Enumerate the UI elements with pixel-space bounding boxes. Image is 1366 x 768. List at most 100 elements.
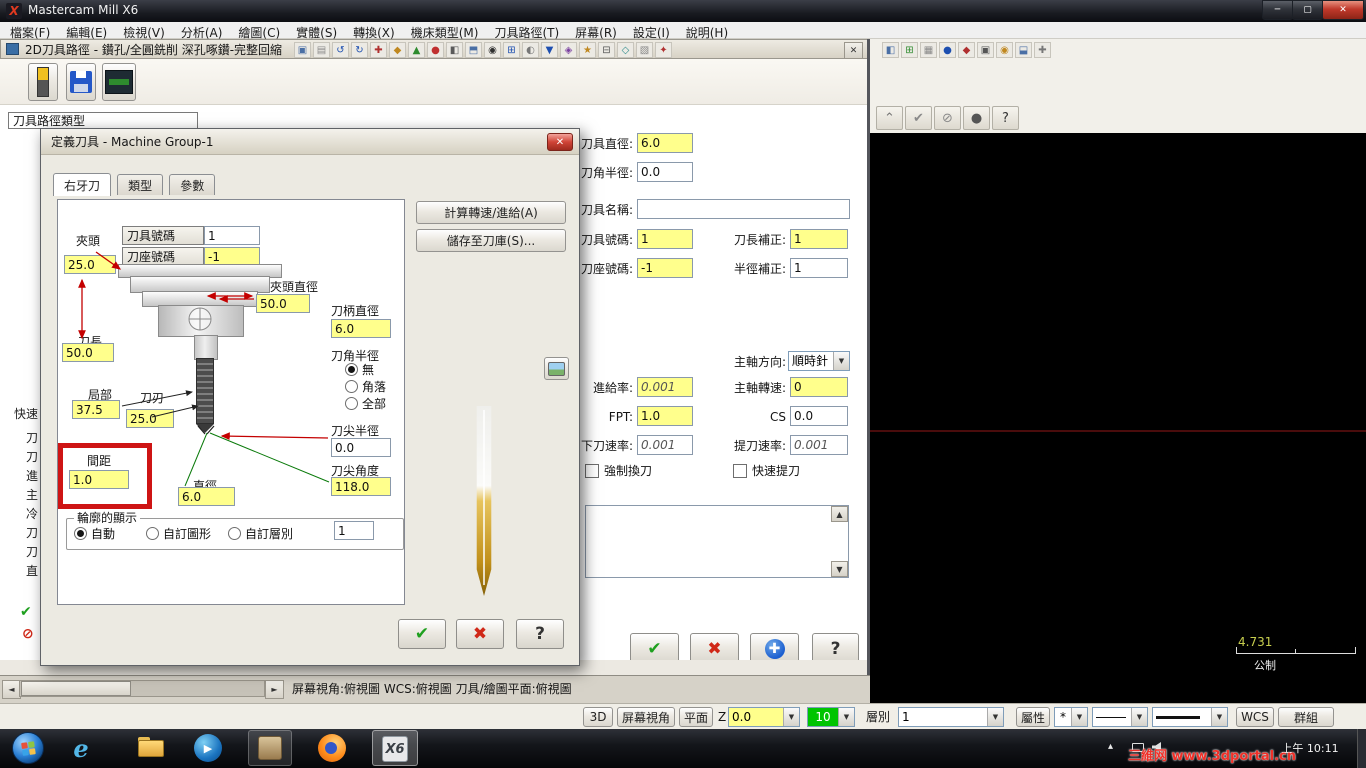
corner-rad-field[interactable]: 0.0 <box>637 162 693 182</box>
dialog-2d-close-button[interactable]: ✕ <box>844 42 863 59</box>
tool-no-field[interactable]: 1 <box>637 229 693 249</box>
toolbar-icon[interactable]: ⊞ <box>503 42 520 58</box>
len-off-field[interactable]: 1 <box>790 229 848 249</box>
spindle-field[interactable]: 0 <box>790 377 848 397</box>
toolbar-icon[interactable]: ▤ <box>313 42 330 58</box>
minimize-button[interactable]: ─ <box>1262 0 1293 20</box>
tab-parameters[interactable]: 參數 <box>169 174 216 195</box>
maximize-button[interactable]: ▢ <box>1292 0 1323 20</box>
attributes-button[interactable]: 屬性 <box>1016 707 1050 727</box>
comment-box[interactable]: ▲ ▼ <box>585 505 849 578</box>
toolbar-icon[interactable]: ◈ <box>560 42 577 58</box>
tab-type[interactable]: 類型 <box>117 174 164 195</box>
show-desktop-button[interactable] <box>1357 729 1366 768</box>
z-depth-combo[interactable]: 0.0 ▼ <box>728 707 800 727</box>
toolbar-icon[interactable]: ◉ <box>996 42 1013 58</box>
toolbar-icon[interactable]: ↻ <box>351 42 368 58</box>
color-combo[interactable]: 10 ▼ <box>807 707 855 727</box>
toolbar-icon[interactable]: ◐ <box>522 42 539 58</box>
3d-mode-button[interactable]: 3D <box>583 707 613 727</box>
toolbar-icon[interactable]: ★ <box>579 42 596 58</box>
chevron-down-icon[interactable]: ▼ <box>987 708 1003 726</box>
tool-name-field[interactable] <box>637 199 850 219</box>
toolbar-icon[interactable]: ● <box>939 42 956 58</box>
save-to-library-button[interactable]: 儲存至刀庫(S)... <box>416 229 566 252</box>
mastercam-taskbar-slot[interactable]: X6 <box>372 730 418 766</box>
dia-off-field[interactable]: 1 <box>790 258 848 278</box>
modal-cancel-button[interactable]: ✖ <box>456 619 504 649</box>
internet-explorer-icon[interactable]: e <box>64 731 98 765</box>
selection-toolbar-icon[interactable]: ? <box>992 106 1019 130</box>
toolbar-icon[interactable]: ⬓ <box>1015 42 1032 58</box>
toolbar-icon[interactable]: ▣ <box>294 42 311 58</box>
hscroll-right-button[interactable]: ► <box>265 680 284 699</box>
close-button[interactable]: ✕ <box>1322 0 1364 20</box>
tool-button[interactable] <box>28 63 58 101</box>
toolbar-icon[interactable]: ✚ <box>370 42 387 58</box>
tray-expand-icon[interactable]: ▴ <box>1108 741 1113 752</box>
toolbar-icon[interactable]: ✦ <box>655 42 672 58</box>
toolbar-icon[interactable]: ◧ <box>882 42 899 58</box>
feed-field[interactable]: 0.001 <box>637 377 693 397</box>
toolbar-icon[interactable]: ✚ <box>1034 42 1051 58</box>
chevron-down-icon[interactable]: ▼ <box>1211 708 1227 726</box>
selection-toolbar-icon[interactable]: ✔ <box>905 106 932 130</box>
calc-speed-feed-button[interactable]: 計算轉速/進給(A) <box>416 201 566 224</box>
wcs-button[interactable]: WCS <box>1236 707 1274 727</box>
graphics-viewport[interactable]: 4.731 公制 <box>870 133 1366 703</box>
head-no-field[interactable]: -1 <box>637 258 693 278</box>
toolbar-icon[interactable]: ▼ <box>541 42 558 58</box>
rapid-retract-checkbox[interactable]: 快速提刀 <box>733 462 800 479</box>
tab-right-tap[interactable]: 右牙刀 <box>53 173 112 196</box>
save-button[interactable] <box>66 63 96 101</box>
toolbar-icon[interactable]: ⊟ <box>598 42 615 58</box>
spindle-dir-combo[interactable]: 順時針 ▼ <box>788 351 850 371</box>
plunge-field[interactable]: 0.001 <box>637 435 693 455</box>
point-style-combo[interactable]: * ▼ <box>1054 707 1088 727</box>
toolbar-icon[interactable]: ◆ <box>958 42 975 58</box>
retract-field[interactable]: 0.001 <box>790 435 848 455</box>
toolbar-icon[interactable]: ⊞ <box>901 42 918 58</box>
toolbar-icon[interactable]: ◉ <box>484 42 501 58</box>
modal-ok-button[interactable]: ✔ <box>398 619 446 649</box>
selection-toolbar-icon[interactable]: ⊘ <box>934 106 961 130</box>
toolbar-icon[interactable]: ▣ <box>977 42 994 58</box>
toolbar-icon[interactable]: ▦ <box>920 42 937 58</box>
selection-toolbar-icon[interactable]: ● <box>963 106 990 130</box>
scroll-up-button[interactable]: ▲ <box>831 506 848 522</box>
tool-dia-field[interactable]: 6.0 <box>637 133 693 153</box>
preview-image-button[interactable] <box>544 357 569 380</box>
layer-combo[interactable]: 1 ▼ <box>898 707 1004 727</box>
chevron-down-icon[interactable]: ▼ <box>833 352 849 370</box>
line-width-combo[interactable]: ▼ <box>1152 707 1228 727</box>
firefox-icon[interactable] <box>318 734 346 762</box>
toolbar-icon[interactable]: ● <box>427 42 444 58</box>
file-explorer-icon[interactable] <box>138 737 166 759</box>
chevron-down-icon[interactable]: ▼ <box>838 708 854 726</box>
toolbar-icon[interactable]: ▧ <box>636 42 653 58</box>
post-button[interactable] <box>102 63 136 101</box>
force-toolchange-checkbox[interactable]: 強制換刀 <box>585 462 652 479</box>
toolbar-icon[interactable]: ◇ <box>617 42 634 58</box>
toolbar-icon[interactable]: ▲ <box>408 42 425 58</box>
line-style-combo[interactable]: ▼ <box>1092 707 1148 727</box>
chevron-down-icon[interactable]: ▼ <box>1131 708 1147 726</box>
selection-toolbar-icon[interactable]: ⌃ <box>876 106 903 130</box>
modal-help-button[interactable]: ? <box>516 619 564 649</box>
define-tool-close-button[interactable]: ✕ <box>547 133 573 151</box>
start-button[interactable] <box>12 732 44 764</box>
hscroll-thumb[interactable] <box>21 681 131 696</box>
toolbar-icon[interactable]: ◧ <box>446 42 463 58</box>
groups-button[interactable]: 群組 <box>1278 707 1334 727</box>
scroll-down-button[interactable]: ▼ <box>831 561 848 577</box>
toolbar-icon[interactable]: ◆ <box>389 42 406 58</box>
plane-button[interactable]: 平面 <box>679 707 713 727</box>
fpt-field[interactable]: 1.0 <box>637 406 693 426</box>
open-app-slot[interactable] <box>248 730 292 766</box>
media-player-icon[interactable]: ▶ <box>194 734 222 762</box>
cs-field[interactable]: 0.0 <box>790 406 848 426</box>
toolbar-icon[interactable]: ↺ <box>332 42 349 58</box>
toolpath-tree-header[interactable]: 刀具路徑類型 <box>8 112 198 129</box>
chevron-down-icon[interactable]: ▼ <box>1071 708 1087 726</box>
screen-view-button[interactable]: 屏幕視角 <box>617 707 675 727</box>
